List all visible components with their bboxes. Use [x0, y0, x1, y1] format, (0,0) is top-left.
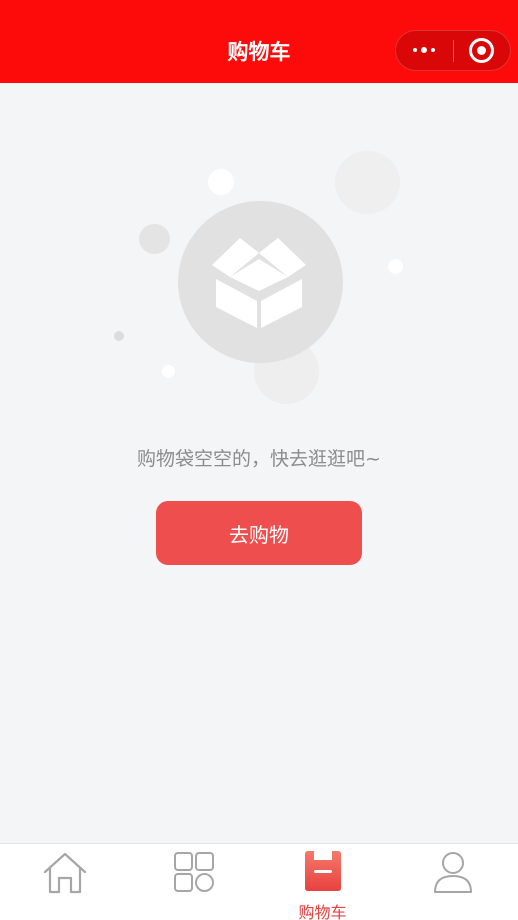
- decor-bubble: [114, 331, 124, 341]
- home-icon: [43, 852, 86, 894]
- nav-header: 购物车: [0, 0, 518, 83]
- category-grid-icon: [173, 852, 214, 892]
- open-box-icon: [212, 238, 306, 328]
- go-shopping-button[interactable]: 去购物: [156, 501, 362, 565]
- tab-home[interactable]: [0, 844, 129, 920]
- empty-cart-message: 购物袋空空的，快去逛逛吧~: [137, 448, 381, 470]
- shopping-bag-icon: [304, 851, 341, 891]
- mini-program-capsule: [395, 30, 511, 71]
- user-icon: [433, 852, 472, 893]
- decor-bubble: [388, 259, 403, 274]
- empty-cart-illustration: [0, 83, 518, 423]
- tab-cart[interactable]: 购物车: [258, 844, 387, 920]
- decor-bubble: [139, 224, 170, 254]
- tab-label: 购物车: [298, 903, 347, 920]
- decor-bubble: [208, 169, 234, 195]
- capsule-divider: [453, 40, 454, 62]
- decor-bubble: [162, 365, 175, 378]
- tab-profile[interactable]: [388, 844, 517, 920]
- target-close-icon[interactable]: [456, 31, 511, 70]
- bottom-tabbar: 购物车: [0, 843, 518, 920]
- more-dots-icon[interactable]: [396, 31, 452, 70]
- decor-bubble: [335, 151, 400, 214]
- tab-category[interactable]: [129, 844, 258, 920]
